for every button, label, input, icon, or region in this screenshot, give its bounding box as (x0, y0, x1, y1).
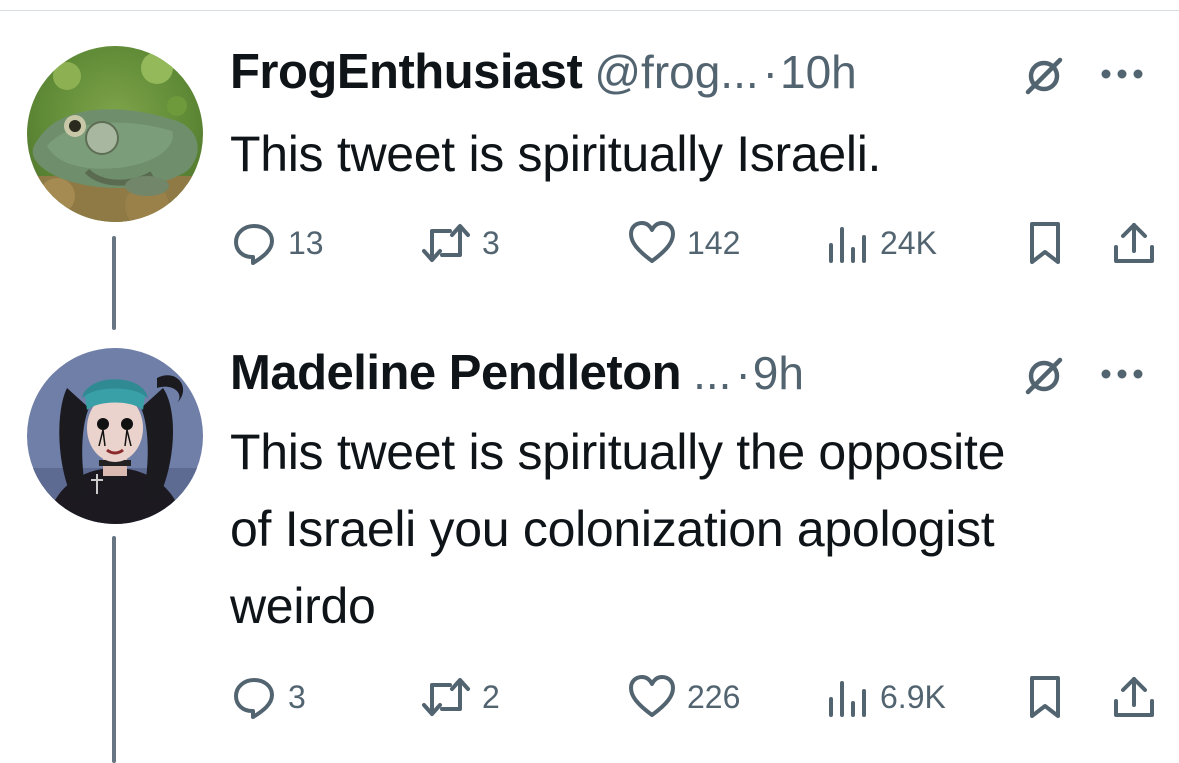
retweet-button[interactable]: 2 (420, 672, 500, 722)
share-icon (1114, 677, 1154, 717)
analytics-icon (829, 227, 866, 263)
separator-dot: · (762, 46, 778, 98)
like-button[interactable]: 226 (627, 672, 740, 722)
thread-connector-line (112, 536, 116, 763)
like-count: 226 (687, 678, 741, 715)
share-icon (1114, 223, 1154, 263)
retweet-count: 3 (482, 224, 500, 261)
reply-button[interactable]: 13 (230, 218, 324, 268)
reply-count: 13 (288, 224, 324, 261)
reply-button[interactable]: 3 (230, 672, 306, 722)
display-name[interactable]: Madeline Pendleton (230, 345, 682, 401)
retweet-button[interactable]: 3 (420, 218, 500, 268)
timestamp[interactable]: 10h (780, 45, 857, 99)
more-options-icon[interactable] (1098, 354, 1146, 394)
bookmark-icon (1030, 222, 1060, 264)
retweet-count: 2 (482, 678, 500, 715)
top-divider (0, 10, 1179, 11)
tweet-header: FrogEnthusiast @frog... · 10h (230, 42, 857, 102)
bookmark-icon (1030, 676, 1060, 718)
like-count: 142 (687, 224, 741, 261)
tweet-header: Madeline Pendleton ... · 9h (230, 343, 804, 403)
tweet-text: This tweet is spiritually the opposite o… (230, 424, 1006, 634)
avatar[interactable] (27, 348, 203, 524)
handle[interactable]: @frog... (594, 45, 758, 99)
reply-icon (234, 678, 274, 719)
bookmark-button[interactable] (1027, 672, 1063, 722)
reply-icon (234, 224, 274, 265)
grok-icon[interactable] (1020, 52, 1068, 100)
bookmark-button[interactable] (1027, 218, 1063, 268)
heart-icon (629, 675, 675, 717)
frog-avatar-image (27, 46, 203, 222)
tweet-text: This tweet is spiritually Israeli. (230, 126, 882, 182)
more-options-icon[interactable] (1098, 54, 1146, 94)
retweet-icon (422, 678, 470, 716)
grok-icon[interactable] (1020, 352, 1068, 400)
display-name[interactable]: FrogEnthusiast (230, 44, 583, 100)
thread-connector-line (112, 236, 116, 330)
share-button[interactable] (1110, 672, 1158, 722)
heart-icon (629, 221, 675, 263)
handle[interactable]: ... (693, 346, 731, 400)
analytics-icon (829, 681, 866, 717)
like-button[interactable]: 142 (627, 218, 740, 268)
avatar[interactable] (27, 46, 203, 222)
reply-count: 3 (288, 678, 306, 715)
views-button[interactable]: 6.9K (826, 672, 946, 722)
person-avatar-image (27, 348, 203, 524)
share-button[interactable] (1110, 218, 1158, 268)
reply-thread: FrogEnthusiast @frog... · 10h This tweet… (0, 0, 1179, 763)
timestamp[interactable]: 9h (753, 346, 804, 400)
view-count: 6.9K (880, 678, 946, 715)
retweet-icon (422, 224, 470, 262)
views-button[interactable]: 24K (826, 218, 937, 268)
separator-dot: · (735, 347, 751, 399)
view-count: 24K (880, 224, 937, 261)
